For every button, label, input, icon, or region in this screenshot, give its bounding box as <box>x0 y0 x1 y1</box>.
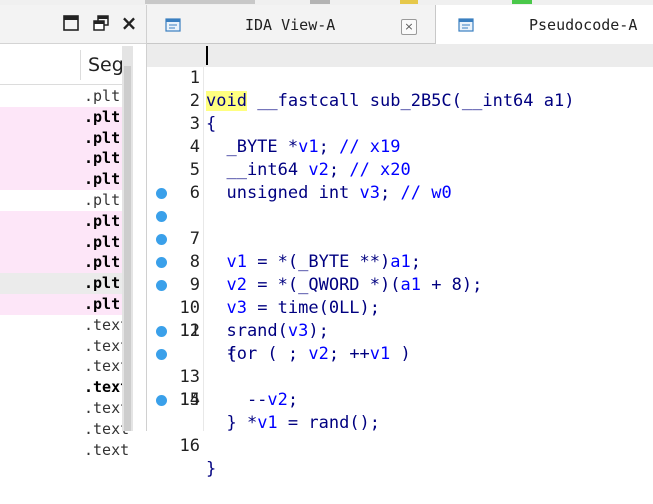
list-item[interactable]: .plt <box>0 210 122 232</box>
tab-ida-view[interactable]: IDA View-A × <box>147 5 435 43</box>
breakpoint-dot-icon[interactable] <box>156 211 167 222</box>
list-item[interactable]: .text <box>0 419 129 440</box>
code-line[interactable]: 16 } <box>147 389 653 479</box>
vertical-scrollbar[interactable] <box>122 46 133 431</box>
list-item[interactable]: .plt <box>0 293 122 315</box>
tab-pseudocode[interactable]: Pseudocode-A <box>435 5 653 44</box>
code-line[interactable]: 6 <box>147 159 653 203</box>
breakpoint-dot-icon[interactable] <box>156 257 167 268</box>
view-tabbar: IDA View-A × Pseudocode-A <box>147 5 653 44</box>
code-line[interactable]: 4 __int64 v2; // x20 <box>147 113 653 180</box>
list-item[interactable]: .plt <box>0 127 122 149</box>
list-item[interactable]: .plt <box>0 148 122 170</box>
column-divider <box>80 50 81 80</box>
code-text[interactable]: } <box>206 458 216 481</box>
list-item[interactable]: .plt <box>0 231 122 253</box>
code-line[interactable]: 5 unsigned int v3; // w0 <box>147 136 653 203</box>
maximize-icon[interactable] <box>62 14 80 32</box>
code-line[interactable]: 9 v3 = time(0LL); <box>147 228 653 318</box>
list-item[interactable]: .text <box>0 440 129 461</box>
code-line[interactable]: 1 void __fastcall sub_2B5C(__int64 a1) <box>147 44 653 111</box>
ida-view-icon <box>165 18 181 32</box>
list-item-selected[interactable]: .plt <box>0 273 122 294</box>
breakpoint-dot-icon[interactable] <box>156 349 167 360</box>
code-line[interactable]: 12 { <box>147 297 653 364</box>
breakpoint-dot-icon[interactable] <box>156 326 167 337</box>
segments-panel: × Seg .plt .plt .plt .plt .plt .plt .plt… <box>0 5 147 459</box>
scrollbar-thumb[interactable] <box>124 66 131 431</box>
list-item[interactable]: .plt <box>0 169 122 190</box>
code-line[interactable]: 3 _BYTE *v1; // x19 <box>147 90 653 157</box>
breakpoint-dot-icon[interactable] <box>156 395 167 406</box>
close-tab-icon[interactable]: × <box>401 19 417 35</box>
list-item[interactable]: .text <box>0 398 129 419</box>
list-item[interactable]: .text <box>0 315 129 336</box>
pseudocode-view[interactable]: 1 void __fastcall sub_2B5C(__int64 a1) 2… <box>147 44 653 479</box>
code-line[interactable]: 15 } <box>147 366 653 433</box>
breakpoint-dot-icon[interactable] <box>156 188 167 199</box>
list-item[interactable]: .plt <box>0 252 122 274</box>
code-line[interactable]: 10 srand(v3); <box>147 251 653 341</box>
list-item[interactable]: .plt <box>0 106 122 128</box>
close-icon[interactable]: × <box>120 13 138 33</box>
list-item[interactable]: .plt <box>0 86 122 107</box>
code-line[interactable]: 8 v2 = *(_QWORD *)(a1 + 8); <box>147 205 653 295</box>
segment-column-label: Seg <box>88 54 124 76</box>
code-text[interactable]: } <box>206 412 236 435</box>
code-line[interactable]: 7 v1 = *(_BYTE **)a1; <box>147 182 653 272</box>
tab-ida-view-label: IDA View-A <box>245 16 336 34</box>
code-line[interactable]: 11 for ( ; v2; ++v1 ) <box>147 274 653 364</box>
text-cursor <box>206 46 208 65</box>
list-item[interactable]: .text <box>0 356 129 377</box>
breakpoint-dot-icon[interactable] <box>156 234 167 245</box>
tab-pseudocode-label: Pseudocode-A <box>529 16 638 34</box>
code-line[interactable]: 14 *v1 = rand(); <box>147 343 653 433</box>
segments-panel-titlebar: × <box>0 5 147 44</box>
line-number: 16 <box>179 436 200 456</box>
segment-list: .plt .plt .plt .plt .plt .plt .plt .plt … <box>0 86 129 461</box>
float-window-icon[interactable] <box>92 14 110 32</box>
code-line[interactable]: 13 --v2; <box>147 320 653 410</box>
list-item[interactable]: .plt <box>0 190 122 211</box>
list-item[interactable]: .text <box>0 377 129 398</box>
code-line[interactable]: 2 { <box>147 67 653 134</box>
list-item[interactable]: .text <box>0 336 129 357</box>
breakpoint-dot-icon[interactable] <box>156 280 167 291</box>
pseudocode-icon <box>458 18 474 32</box>
segment-column-header[interactable]: Seg <box>0 46 124 85</box>
